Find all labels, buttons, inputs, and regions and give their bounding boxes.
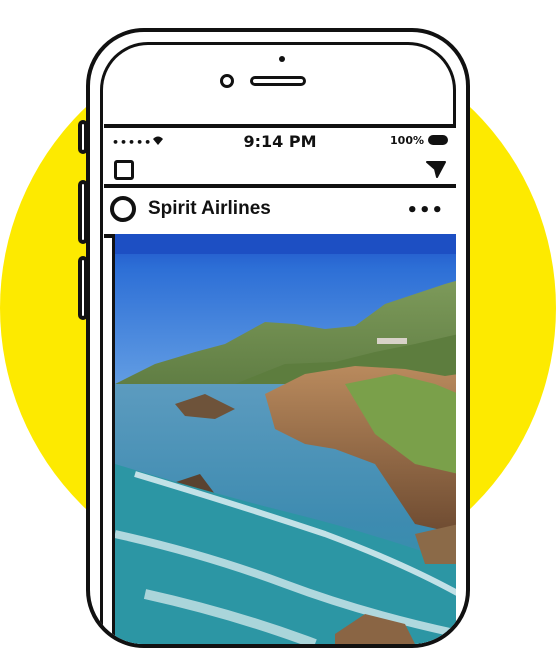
phone-frame: ••••• 9:14 PM 100% Spirit Airlines ••• [86, 28, 470, 648]
app-toolbar [104, 156, 456, 184]
front-sensor [279, 56, 285, 62]
send-icon[interactable] [426, 160, 446, 178]
post-photo [112, 234, 456, 644]
volume-up-button [78, 180, 88, 244]
earpiece-speaker [250, 76, 306, 86]
front-camera-icon [220, 74, 234, 88]
camera-icon[interactable] [114, 160, 134, 180]
battery-icon [428, 135, 448, 145]
app-screen: ••••• 9:14 PM 100% Spirit Airlines ••• [104, 124, 456, 644]
status-bar: ••••• 9:14 PM 100% [104, 128, 456, 154]
volume-down-button [78, 256, 88, 320]
account-name[interactable]: Spirit Airlines [148, 198, 271, 220]
coastline-image [115, 234, 456, 644]
battery-percent: 100% [390, 134, 424, 147]
more-options-icon[interactable]: ••• [406, 200, 444, 221]
avatar-ring[interactable] [110, 196, 136, 222]
post-header: Spirit Airlines ••• [104, 184, 456, 238]
mute-switch [78, 120, 88, 154]
